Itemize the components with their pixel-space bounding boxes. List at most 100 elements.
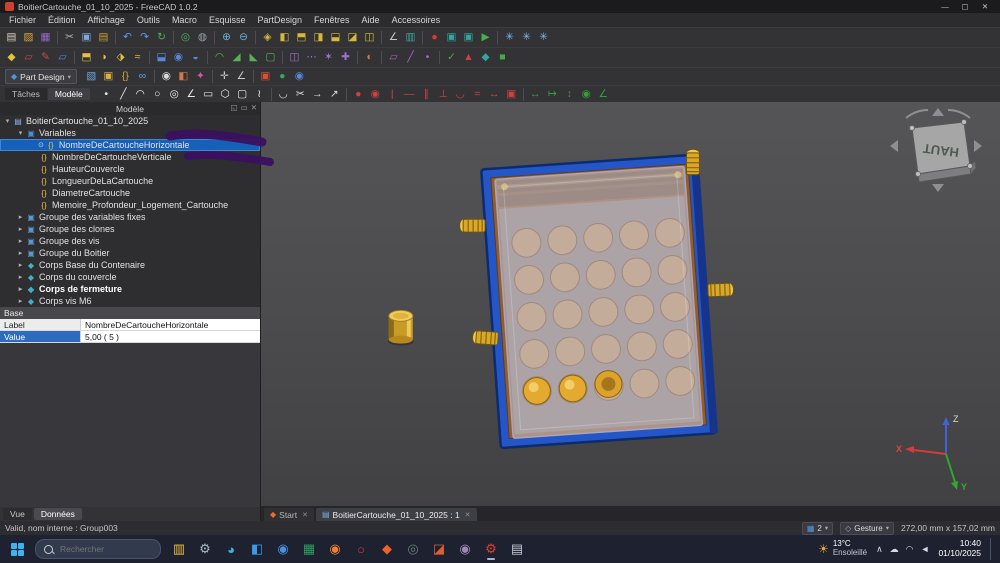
toolbar-button-sketch-rectangle[interactable]: ▭ bbox=[200, 87, 217, 102]
toolbar-button-hole[interactable]: ◉ bbox=[170, 50, 187, 65]
document-tab[interactable]: ▤ BoitierCartouche_01_10_2025 : 1 ✕ bbox=[316, 508, 477, 521]
toolbar-button-create-body[interactable]: ◆ bbox=[3, 50, 20, 65]
menu-item[interactable]: Outils bbox=[131, 15, 166, 25]
property-value[interactable]: NombreDeCartoucheHorizontale bbox=[81, 319, 260, 330]
toolbar-button-view-isometric[interactable]: ◈ bbox=[259, 30, 276, 45]
toolbar-button-constrain-coincident[interactable]: ● bbox=[350, 87, 367, 102]
toolbar-button-view-right[interactable]: ◨ bbox=[310, 30, 327, 45]
3d-canvas[interactable]: HAUT Z X Y bbox=[261, 102, 1000, 506]
toolbar-button-sketch-point[interactable]: • bbox=[98, 87, 115, 102]
close-button[interactable]: ✕ bbox=[975, 2, 995, 11]
tree-item[interactable]: ▸ ▣ Groupe des variables fixes bbox=[0, 211, 260, 223]
toolbar-button-dim-vertical[interactable]: ↕ bbox=[561, 87, 578, 102]
toolbar-button-groove[interactable]: ◒ bbox=[187, 50, 204, 65]
menu-item[interactable]: Fichier bbox=[3, 15, 42, 25]
toolbar-button-constrain-horizontal[interactable]: ― bbox=[401, 87, 418, 102]
menu-item[interactable]: Fenêtres bbox=[308, 15, 356, 25]
taskbar-app-file-explorer[interactable]: ▥ bbox=[168, 538, 190, 560]
toolbar-button-sketch-line[interactable]: ╱ bbox=[115, 87, 132, 102]
toolbar-button-random-color[interactable]: ✦ bbox=[192, 69, 209, 84]
toolbar-button-appearance[interactable]: ◧ bbox=[175, 69, 192, 84]
toolbar-button-check-geometry[interactable]: ✓ bbox=[443, 50, 460, 65]
taskbar-app-chrome[interactable]: ◉ bbox=[272, 538, 294, 560]
tree-item[interactable]: ▸ ▣ Groupe du Boitier bbox=[0, 247, 260, 259]
toolbar-button-record-macro[interactable]: ● bbox=[426, 30, 443, 45]
panel-tab[interactable]: Tâches bbox=[5, 88, 47, 100]
toolbar-button-constrain-point-on-object[interactable]: ◉ bbox=[367, 87, 384, 102]
toolbar-button-create-sketch[interactable]: ▱ bbox=[20, 50, 37, 65]
toolbar-button-sketch-slot[interactable]: ▢ bbox=[234, 87, 251, 102]
property-value[interactable]: 5,00 ( 5 ) bbox=[81, 331, 260, 342]
toolbar-button-constrain-equal[interactable]: = bbox=[469, 87, 486, 102]
taskbar-search[interactable] bbox=[35, 539, 161, 559]
toolbar-button-create-varset[interactable]: {} bbox=[117, 69, 134, 84]
tree-item[interactable]: {} NombreDeCartoucheVerticale bbox=[0, 151, 260, 163]
toolbar-button-constrain-block[interactable]: ▣ bbox=[503, 87, 520, 102]
toolbar-button-edit-sketch[interactable]: ✎ bbox=[37, 50, 54, 65]
menu-item[interactable]: Aide bbox=[356, 15, 386, 25]
tray-icon-volume[interactable]: ◄ bbox=[921, 544, 930, 554]
panel-float-icon[interactable]: ◱ bbox=[231, 103, 238, 112]
toolbar-button-make-link[interactable]: ∞ bbox=[134, 69, 151, 84]
toolbar-button-refresh[interactable]: ↻ bbox=[153, 30, 170, 45]
toolbar-button-shape-binder[interactable]: ◆ bbox=[477, 50, 494, 65]
tree-item[interactable]: ▸ ▣ Groupe des vis bbox=[0, 235, 260, 247]
property-group-header[interactable]: Base bbox=[0, 307, 260, 319]
toolbar-button-multi-transform[interactable]: ✚ bbox=[337, 50, 354, 65]
toolbar-button-redo[interactable]: ↷ bbox=[136, 30, 153, 45]
menu-item[interactable]: Esquisse bbox=[203, 15, 252, 25]
tree-item[interactable]: {} HauteurCouvercle bbox=[0, 163, 260, 175]
maximize-button[interactable]: ▢ bbox=[955, 2, 975, 11]
toolbar-button-polar-pattern[interactable]: ✶ bbox=[320, 50, 337, 65]
toolbar-button-fillet[interactable]: ◠ bbox=[211, 50, 228, 65]
visibility-eye-icon[interactable]: ⊙ bbox=[38, 141, 44, 149]
taskbar-app-vscode[interactable]: ◧ bbox=[246, 538, 268, 560]
toolbar-button-appearance-3[interactable]: ✳ bbox=[535, 30, 552, 45]
toolbar-button-paste[interactable]: ▤ bbox=[95, 30, 112, 45]
expand-arrow-icon[interactable]: ▸ bbox=[16, 249, 25, 257]
toolbar-button-view-bottom[interactable]: ◪ bbox=[344, 30, 361, 45]
toolbar-button-constrain-parallel[interactable]: ∥ bbox=[418, 87, 435, 102]
toolbar-button-chamfer[interactable]: ◢ bbox=[228, 50, 245, 65]
toolbar-button-pad[interactable]: ⬒ bbox=[78, 50, 95, 65]
start-button[interactable] bbox=[6, 538, 28, 560]
expand-arrow-icon[interactable]: ▸ bbox=[16, 273, 25, 281]
toolbar-button-copy[interactable]: ▣ bbox=[78, 30, 95, 45]
toolbar-button-revolution[interactable]: ◑ bbox=[95, 50, 112, 65]
toolbar-button-sketch-polygon[interactable]: ⬡ bbox=[217, 87, 234, 102]
minimize-button[interactable]: — bbox=[935, 2, 955, 11]
toolbar-button-external-geometry[interactable]: ↗ bbox=[326, 87, 343, 102]
toolbar-button-dim-radius[interactable]: ◉ bbox=[578, 87, 595, 102]
panel-close-icon[interactable]: ✕ bbox=[251, 103, 257, 112]
toolbar-button-part-cylinder[interactable]: ● bbox=[274, 69, 291, 84]
tree-item[interactable]: ▸ ◆ Corps vis M6 bbox=[0, 295, 260, 307]
taskbar-app-opera[interactable]: ○ bbox=[350, 538, 372, 560]
expand-arrow-icon[interactable]: ▸ bbox=[16, 213, 25, 221]
toolbar-button-sketch-polyline[interactable]: ∠ bbox=[183, 87, 200, 102]
taskbar-app-excel[interactable]: ▦ bbox=[298, 538, 320, 560]
expand-arrow-icon[interactable]: ▸ bbox=[16, 261, 25, 269]
tree-item[interactable]: ▸ ◆ Corps de fermeture bbox=[0, 283, 260, 295]
tray-icon-network[interactable]: ◠ bbox=[906, 544, 914, 555]
toolbar-button-sketch-conic[interactable]: ◎ bbox=[166, 87, 183, 102]
toolbar-button-sketch-fillet[interactable]: ◡ bbox=[275, 87, 292, 102]
toolbar-button-sketch-bspline[interactable]: ≀ bbox=[251, 87, 268, 102]
tree-item[interactable]: {} LongueurDeLaCartouche bbox=[0, 175, 260, 187]
menu-item[interactable]: Affichage bbox=[82, 15, 131, 25]
toolbar-button-sketch-validate[interactable]: ▲ bbox=[460, 50, 477, 65]
toolbar-button-loft[interactable]: ⬗ bbox=[112, 50, 129, 65]
toolbar-button-constrain-vertical[interactable]: | bbox=[384, 87, 401, 102]
menu-item[interactable]: Accessoires bbox=[386, 15, 447, 25]
toolbar-button-constrain-tangent[interactable]: ◡ bbox=[452, 87, 469, 102]
toolbar-button-part-sphere[interactable]: ◉ bbox=[291, 69, 308, 84]
tree-item[interactable]: ▾ ▤ BoitierCartouche_01_10_2025 bbox=[0, 115, 260, 127]
toolbar-button-view-top[interactable]: ⬒ bbox=[293, 30, 310, 45]
toolbar-button-constrain-perpendicular[interactable]: ⊥ bbox=[435, 87, 452, 102]
toolbar-button-appearance-2[interactable]: ✳ bbox=[518, 30, 535, 45]
nav-style-select[interactable]: ◇ Gesture ▾ bbox=[840, 522, 894, 535]
toolbar-button-datum-plane[interactable]: ▱ bbox=[385, 50, 402, 65]
toolbar-button-sweep[interactable]: ≈ bbox=[129, 50, 146, 65]
toolbar-button-dim-distance[interactable]: ↔ bbox=[527, 87, 544, 102]
expand-arrow-icon[interactable]: ▸ bbox=[16, 285, 25, 293]
property-row[interactable]: Label NombreDeCartoucheHorizontale bbox=[0, 319, 260, 331]
